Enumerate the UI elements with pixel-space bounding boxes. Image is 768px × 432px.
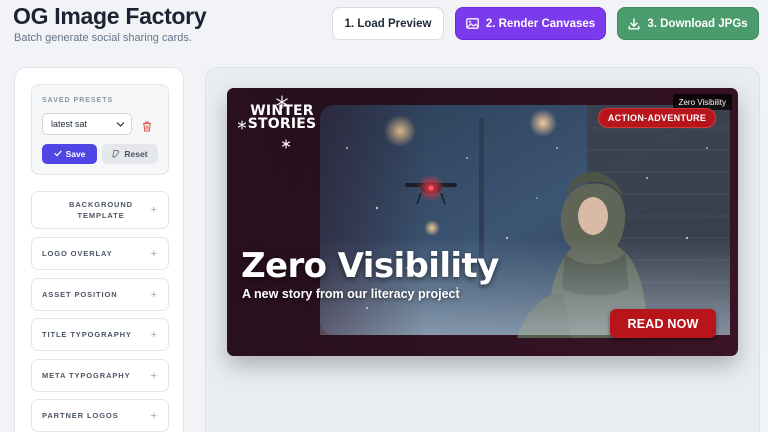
download-jpgs-button[interactable]: 3. Download JPGs	[617, 7, 759, 40]
section-label: ASSET POSITION	[42, 290, 118, 299]
reset-preset-label: Reset	[124, 149, 148, 159]
preset-select[interactable]: latest sat	[42, 113, 132, 135]
app-subtitle: Batch generate social sharing cards.	[14, 32, 192, 44]
plus-icon: +	[150, 369, 158, 382]
reset-preset-button[interactable]: Reset	[102, 144, 158, 164]
section-label: PARTNER LOGOS	[42, 411, 119, 420]
read-now-button: READ NOW	[610, 309, 716, 338]
save-preset-button[interactable]: Save	[42, 144, 97, 164]
preset-select-value: latest sat	[51, 119, 88, 129]
reset-icon	[112, 149, 120, 160]
trash-icon[interactable]	[142, 119, 152, 137]
og-subtitle: A new story from our literacy project	[242, 287, 460, 301]
download-icon	[628, 17, 640, 30]
load-preview-label: 1. Load Preview	[344, 17, 432, 30]
saved-presets-heading: SAVED PRESETS	[42, 97, 114, 104]
section-label: LOGO OVERLAY	[42, 249, 113, 258]
plus-icon: +	[150, 204, 158, 216]
og-title: Zero Visibility	[241, 246, 499, 286]
section-label: TITLE TYPOGRAPHY	[42, 330, 132, 339]
render-canvases-button[interactable]: 2. Render Canvases	[455, 7, 606, 40]
save-preset-label: Save	[65, 149, 86, 159]
download-jpgs-label: 3. Download JPGs	[647, 17, 748, 30]
section-asset-position[interactable]: ASSET POSITION +	[31, 278, 169, 311]
render-canvases-label: 2. Render Canvases	[485, 17, 596, 30]
app-title: OG Image Factory	[13, 3, 207, 29]
section-title-typography[interactable]: TITLE TYPOGRAPHY +	[31, 318, 169, 351]
brand-wordmark: WINTER STORIES	[247, 103, 317, 132]
plus-icon: +	[150, 288, 158, 301]
genre-badge: ACTION-ADVENTURE	[598, 108, 716, 128]
section-partner-logos[interactable]: PARTNER LOGOS +	[31, 399, 169, 432]
load-preview-button[interactable]: 1. Load Preview	[332, 7, 444, 40]
chevron-down-icon	[116, 120, 125, 131]
section-meta-typography[interactable]: META TYPOGRAPHY +	[31, 359, 169, 392]
section-background-template[interactable]: BACKGROUND TEMPLATE +	[31, 191, 169, 229]
section-label: BACKGROUND TEMPLATE	[69, 200, 133, 220]
og-image-preview: WINTER STORIES Zero Visibility ACTION-AD…	[227, 88, 738, 356]
saved-presets-card: SAVED PRESETS latest sat Save Reset	[31, 84, 169, 175]
section-label: META TYPOGRAPHY	[42, 371, 131, 380]
check-icon	[53, 149, 62, 159]
section-logo-overlay[interactable]: LOGO OVERLAY +	[31, 237, 169, 270]
plus-icon: +	[150, 409, 158, 422]
settings-sidebar: SAVED PRESETS latest sat Save Reset BACK…	[14, 67, 184, 432]
plus-icon: +	[150, 328, 158, 341]
image-icon	[465, 18, 479, 29]
plus-icon: +	[150, 247, 158, 260]
